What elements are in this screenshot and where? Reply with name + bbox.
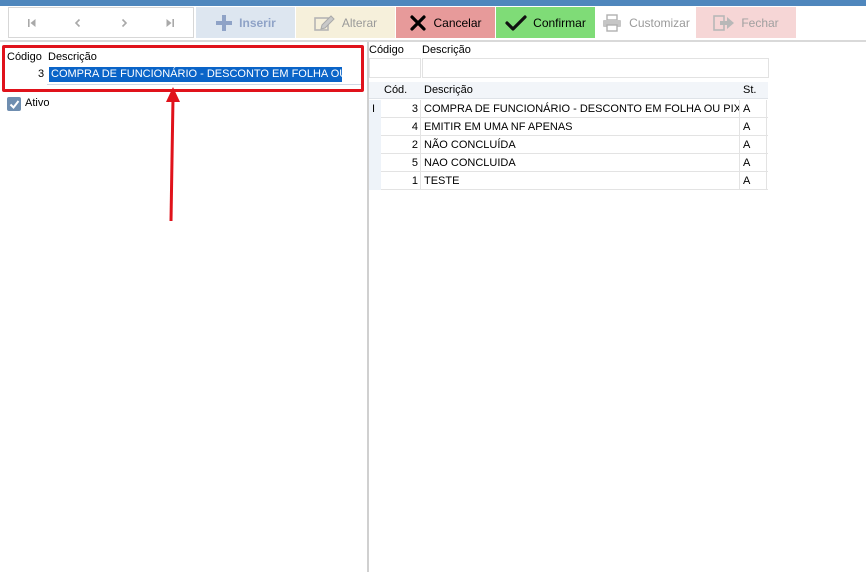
current-row-marker: I	[372, 103, 376, 115]
alter-button[interactable]: Alterar	[296, 7, 395, 38]
filter-codigo-input[interactable]	[369, 58, 421, 78]
cancel-button[interactable]: Cancelar	[396, 7, 495, 38]
close-button[interactable]: Fechar	[696, 7, 796, 38]
header-cod[interactable]: Cód.	[384, 82, 414, 100]
table-row[interactable]: 5 NAO CONCLUIDA A	[369, 154, 768, 172]
toolbar: Inserir Alterar Cancelar Confirmar Custo…	[0, 6, 866, 40]
col-separator	[766, 136, 767, 154]
cell-cod: 2	[411, 139, 418, 151]
grid-header: Cód. Descrição St.	[369, 82, 768, 99]
col-separator	[420, 172, 421, 190]
cell-st: A	[743, 121, 751, 133]
alter-label: Alterar	[341, 15, 378, 30]
cancel-label: Cancelar	[433, 15, 482, 30]
cell-descricao: NAO CONCLUIDA	[424, 157, 516, 169]
row-indicator	[369, 118, 381, 136]
cell-st: A	[743, 103, 751, 115]
filter-codigo-label: Código	[369, 44, 404, 56]
cell-cod: 1	[411, 175, 418, 187]
col-separator	[420, 136, 421, 154]
insert-label: Inserir	[239, 15, 276, 30]
col-separator	[739, 118, 740, 136]
close-x-icon	[410, 14, 427, 31]
col-separator	[739, 100, 740, 118]
col-separator	[739, 172, 740, 190]
check-icon	[505, 14, 527, 31]
cell-cod: 5	[411, 157, 418, 169]
ativo-label: Ativo	[25, 97, 50, 109]
cell-st: A	[743, 139, 751, 151]
cell-descricao: COMPRA DE FUNCIONÁRIO - DESCONTO EM FOLH…	[424, 103, 739, 115]
first-icon	[28, 18, 36, 27]
exit-icon	[713, 14, 735, 31]
col-separator	[766, 118, 767, 136]
cell-st: A	[743, 175, 751, 187]
last-icon	[166, 18, 174, 27]
table-row[interactable]: 1 TESTE A	[369, 172, 768, 190]
col-separator	[420, 100, 421, 118]
close-label: Fechar	[741, 15, 779, 30]
col-separator	[766, 172, 767, 190]
table-row[interactable]: 4 EMITIR EM UMA NF APENAS A	[369, 118, 768, 136]
header-st[interactable]: St.	[743, 82, 763, 100]
cell-descricao: TESTE	[424, 175, 460, 187]
cell-st: A	[743, 157, 751, 169]
col-separator	[766, 100, 767, 118]
row-indicator	[369, 154, 381, 172]
confirm-label: Confirmar	[533, 15, 586, 30]
col-separator	[766, 154, 767, 172]
col-separator	[739, 154, 740, 172]
row-indicator	[369, 172, 381, 190]
plus-icon	[216, 14, 233, 31]
table-row[interactable]: 2 NÃO CONCLUÍDA A	[369, 136, 768, 154]
first-record-button[interactable]	[9, 8, 55, 37]
list-panel: Código Descrição Cód. Descrição St. I 3 …	[369, 42, 866, 572]
customize-label: Customizar	[629, 15, 690, 30]
last-record-button[interactable]	[147, 8, 193, 37]
edit-form-panel: Código Descrição 3 COMPRA DE FUNCIONÁRIO…	[0, 42, 368, 572]
filter-descricao-input[interactable]	[422, 58, 769, 78]
printer-icon	[603, 13, 622, 32]
insert-button[interactable]: Inserir	[196, 7, 295, 38]
previous-record-button[interactable]	[55, 8, 101, 37]
red-arrow-annotation	[166, 87, 180, 222]
header-descricao[interactable]: Descrição	[424, 82, 724, 100]
filter-descricao-label: Descrição	[422, 44, 471, 56]
col-separator	[739, 136, 740, 154]
cell-cod: 3	[411, 103, 418, 115]
ativo-checkbox[interactable]	[7, 97, 21, 111]
customize-button[interactable]: Customizar	[596, 7, 695, 38]
cell-descricao: EMITIR EM UMA NF APENAS	[424, 121, 573, 133]
edit-icon	[314, 14, 335, 31]
col-separator	[420, 154, 421, 172]
cell-cod: 4	[411, 121, 418, 133]
highlight-annotation-box	[2, 45, 364, 92]
next-record-button[interactable]	[101, 8, 147, 37]
cell-descricao: NÃO CONCLUÍDA	[424, 139, 516, 151]
record-navigator	[8, 7, 194, 38]
chevron-right-icon	[121, 18, 128, 27]
checkmark-icon	[9, 99, 19, 109]
row-indicator	[369, 136, 381, 154]
table-row[interactable]: I 3 COMPRA DE FUNCIONÁRIO - DESCONTO EM …	[369, 100, 768, 118]
confirm-button[interactable]: Confirmar	[496, 7, 595, 38]
chevron-left-icon	[74, 18, 81, 27]
col-separator	[420, 118, 421, 136]
